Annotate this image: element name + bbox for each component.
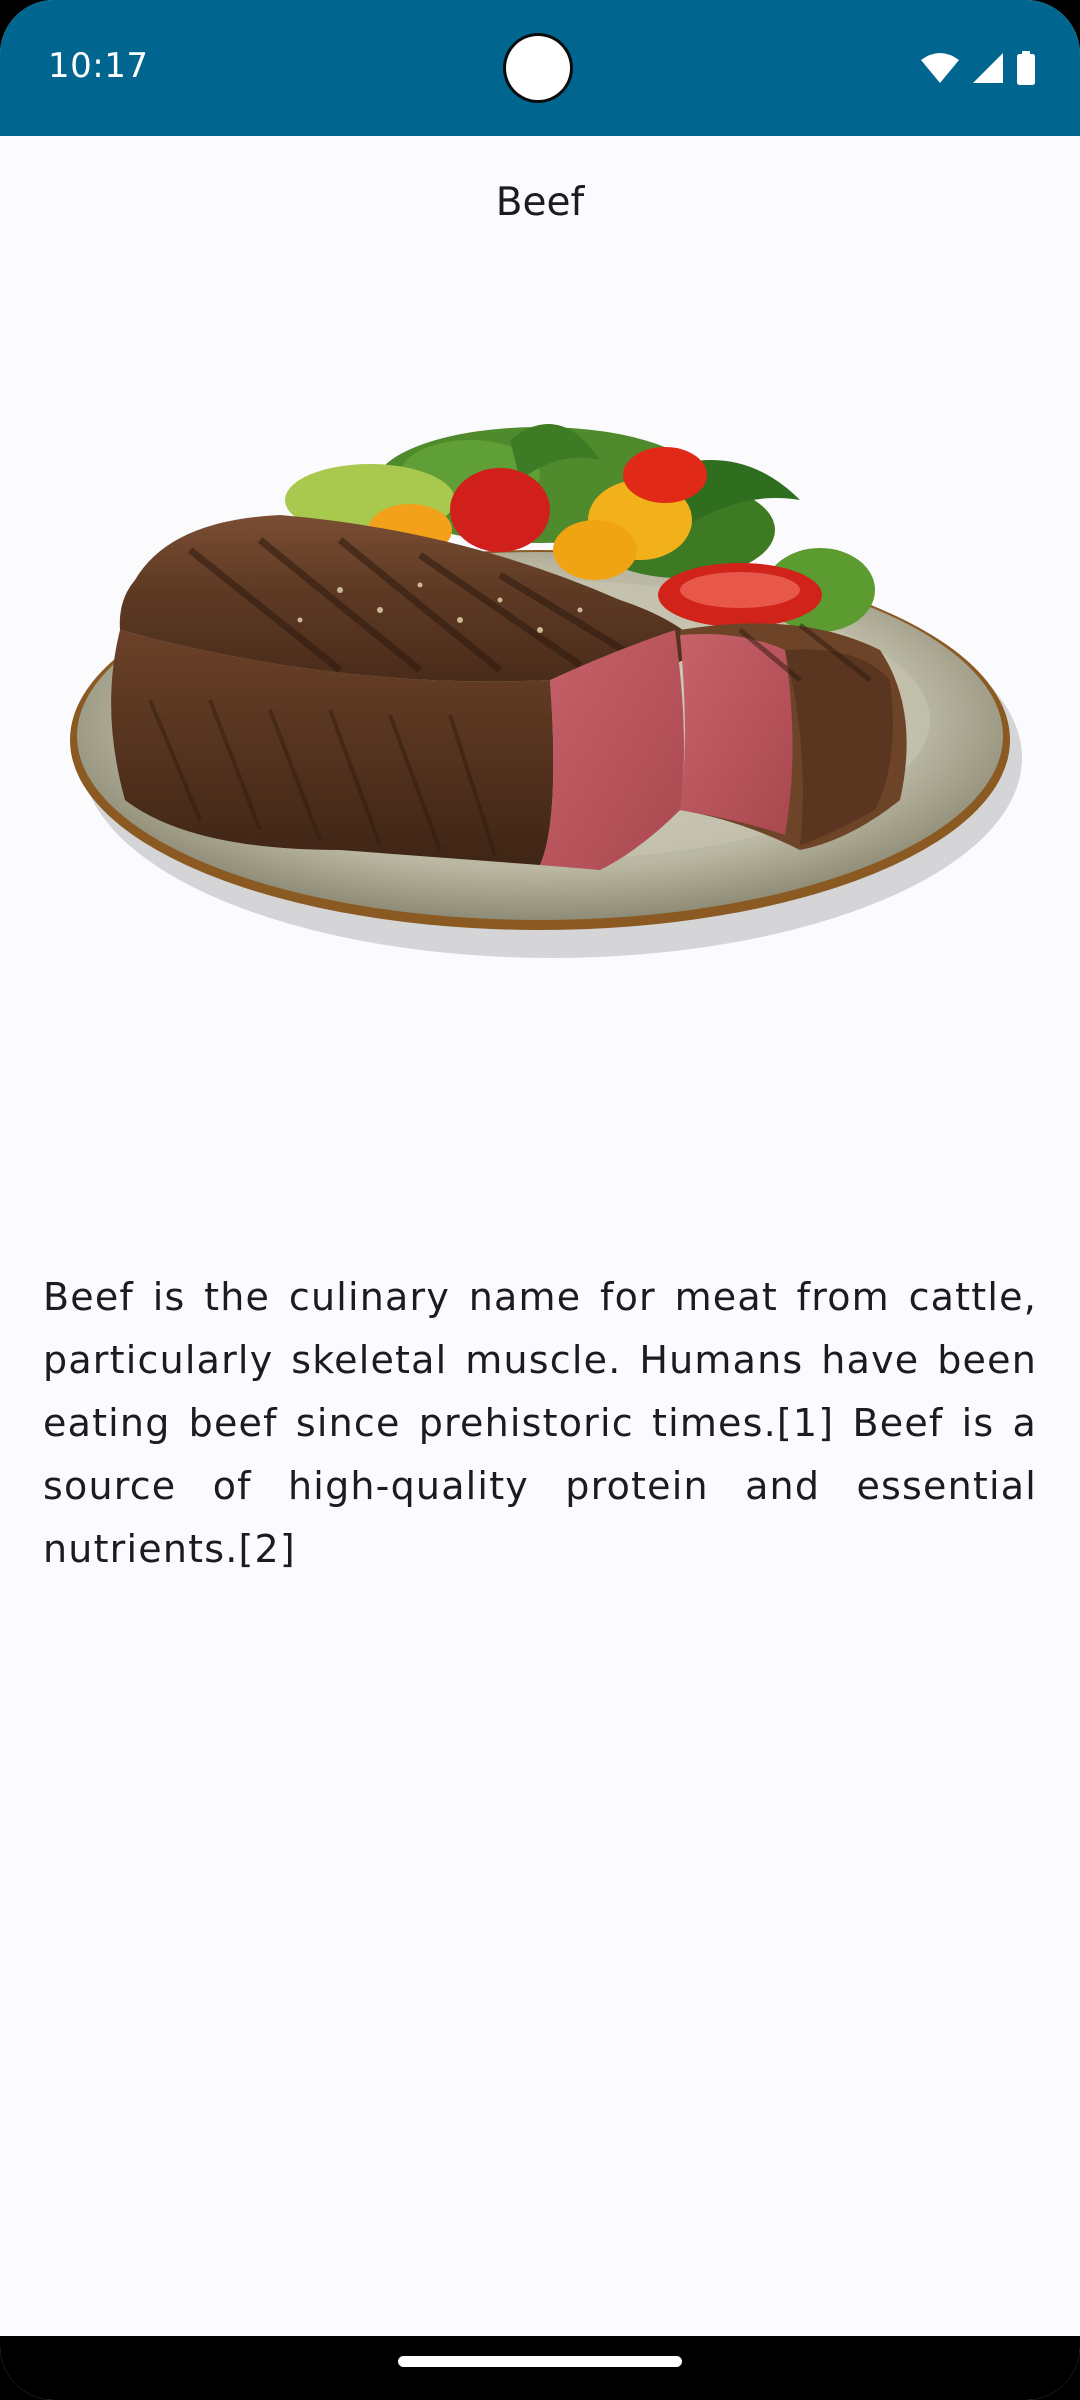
phone-screen: 10:17 Beef Beef is the culinary name for… [0,0,1080,2400]
wifi-icon [920,52,960,84]
status-bar: 10:17 [0,0,1080,136]
cellular-signal-icon [972,52,1004,84]
navigation-bar [0,2336,1080,2400]
description-text: Beef is the culinary name for meat from … [43,1275,1037,1571]
home-gesture-handle[interactable] [398,2356,682,2367]
status-time: 10:17 [48,46,149,86]
page-title: Beef [495,180,585,225]
status-icons [920,50,1036,86]
beef-steak-image [40,380,1040,1030]
front-camera-cutout [506,36,570,100]
battery-icon [1016,51,1036,85]
